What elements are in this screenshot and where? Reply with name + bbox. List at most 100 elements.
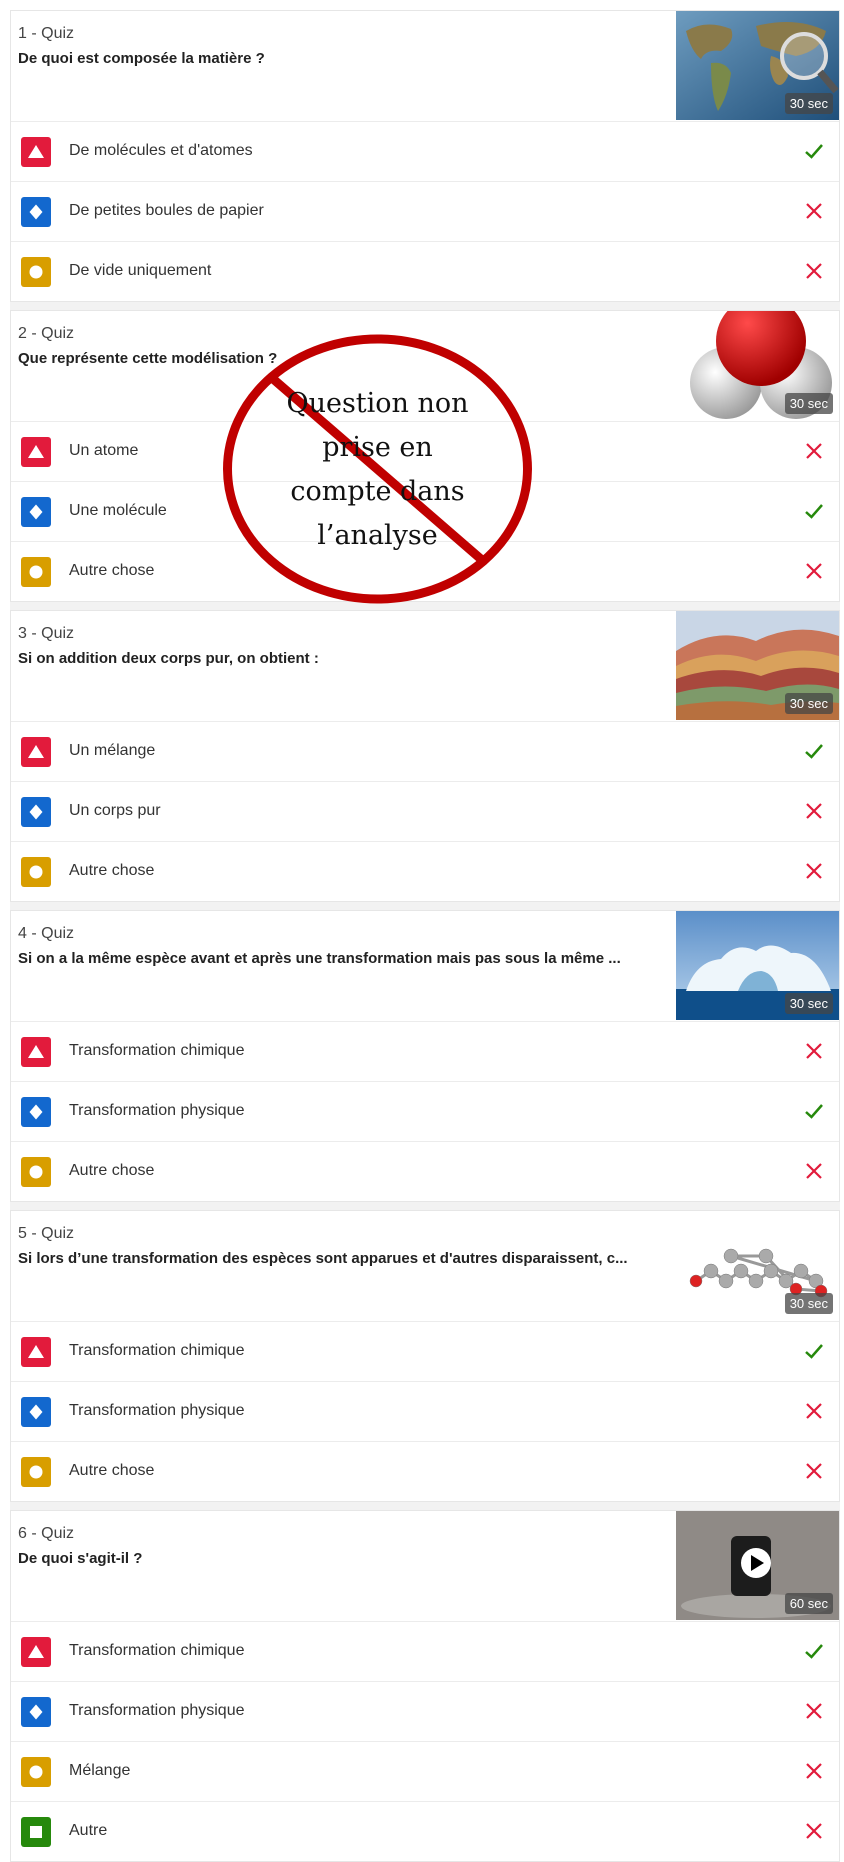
quiz-thumbnail[interactable]: 30 sec	[676, 1211, 839, 1320]
cross-icon	[801, 258, 827, 284]
answer-text: Transformation physique	[69, 1102, 245, 1119]
answer-row[interactable]: Transformation chimique	[11, 1322, 839, 1382]
quiz-question: De quoi est composée la matière ?	[18, 50, 265, 67]
quiz-number: 3 - Quiz	[18, 625, 75, 642]
answer-row[interactable]: Une molécule	[11, 482, 839, 542]
quiz-thumbnail[interactable]: 60 sec	[676, 1511, 839, 1620]
quiz-thumbnail[interactable]: 30 sec	[676, 311, 839, 420]
quiz-header[interactable]: 1 - Quiz De quoi est composée la matière …	[11, 11, 839, 122]
quiz-thumbnail[interactable]: 30 sec	[676, 611, 839, 720]
check-icon	[801, 1338, 827, 1364]
answer-row[interactable]: Un atome	[11, 422, 839, 482]
cross-icon	[801, 438, 827, 464]
cross-icon	[801, 1038, 827, 1064]
duration-badge: 30 sec	[784, 693, 833, 714]
answer-row[interactable]: De petites boules de papier	[11, 182, 839, 242]
quiz-header[interactable]: 4 - Quiz Si on a la même espèce avant et …	[11, 911, 839, 1022]
answer-row[interactable]: Autre	[11, 1802, 839, 1861]
answer-row[interactable]: Mélange	[11, 1742, 839, 1802]
answer-row[interactable]: Autre chose	[11, 842, 839, 901]
quiz-list: 1 - Quiz De quoi est composée la matière …	[10, 10, 840, 1862]
answer-row[interactable]: Un corps pur	[11, 782, 839, 842]
circle-icon	[21, 857, 51, 887]
cross-icon	[801, 1458, 827, 1484]
quiz-separator	[10, 1502, 840, 1510]
answer-row[interactable]: De molécules et d'atomes	[11, 122, 839, 182]
triangle-icon	[21, 1037, 51, 1067]
circle-icon	[21, 1157, 51, 1187]
quiz-card[interactable]: 5 - Quiz Si lors d’une transformation des…	[10, 1210, 840, 1502]
answer-text: Transformation chimique	[69, 1042, 245, 1059]
answer-row[interactable]: Transformation chimique	[11, 1022, 839, 1082]
quiz-thumbnail[interactable]: 30 sec	[676, 11, 839, 120]
quiz-question: Que représente cette modélisation ?	[18, 350, 278, 367]
circle-icon	[21, 557, 51, 587]
answer-text: Transformation physique	[69, 1402, 245, 1419]
quiz-number: 6 - Quiz	[18, 1525, 75, 1542]
answer-row[interactable]: De vide uniquement	[11, 242, 839, 301]
answer-row[interactable]: Autre chose	[11, 1442, 839, 1501]
quiz-question: De quoi s'agit-il ?	[18, 1550, 143, 1567]
answer-text: Autre chose	[69, 562, 155, 579]
diamond-icon	[21, 497, 51, 527]
quiz-header[interactable]: 5 - Quiz Si lors d’une transformation des…	[11, 1211, 839, 1322]
check-icon	[801, 138, 827, 164]
answer-text: Autre chose	[69, 862, 155, 879]
cross-icon	[801, 198, 827, 224]
answer-row[interactable]: Transformation chimique	[11, 1622, 839, 1682]
quiz-number: 4 - Quiz	[18, 925, 75, 942]
diamond-icon	[21, 197, 51, 227]
answer-row[interactable]: Transformation physique	[11, 1082, 839, 1142]
quiz-thumbnail[interactable]: 30 sec	[676, 911, 839, 1020]
quiz-separator	[10, 602, 840, 610]
cross-icon	[801, 1158, 827, 1184]
answer-row[interactable]: Un mélange	[11, 722, 839, 782]
cross-icon	[801, 858, 827, 884]
answer-text: Un corps pur	[69, 802, 161, 819]
quiz-card[interactable]: 1 - Quiz De quoi est composée la matière …	[10, 10, 840, 302]
answer-row[interactable]: Transformation physique	[11, 1382, 839, 1442]
triangle-icon	[21, 737, 51, 767]
check-icon	[801, 1098, 827, 1124]
quiz-card[interactable]: 6 - Quiz De quoi s'agit-il ? 60 sec Transfo…	[10, 1510, 840, 1862]
quiz-card[interactable]: 2 - Quiz Que représente cette modélisatio…	[10, 310, 840, 602]
quiz-separator	[10, 902, 840, 910]
diamond-icon	[21, 1397, 51, 1427]
answer-row[interactable]: Autre chose	[11, 542, 839, 601]
triangle-icon	[21, 1337, 51, 1367]
quiz-header[interactable]: 3 - Quiz Si on addition deux corps pur, o…	[11, 611, 839, 722]
duration-badge: 30 sec	[784, 93, 833, 114]
diamond-icon	[21, 797, 51, 827]
answer-row[interactable]: Transformation physique	[11, 1682, 839, 1742]
diamond-icon	[21, 1697, 51, 1727]
cross-icon	[801, 1818, 827, 1844]
answer-text: Un mélange	[69, 742, 156, 759]
cross-icon	[801, 558, 827, 584]
cross-icon	[801, 1398, 827, 1424]
quiz-header[interactable]: 6 - Quiz De quoi s'agit-il ? 60 sec	[11, 1511, 839, 1622]
check-icon	[801, 738, 827, 764]
quiz-separator	[10, 302, 840, 310]
circle-icon	[21, 257, 51, 287]
quiz-question: Si on a la même espèce avant et après un…	[18, 950, 621, 967]
diamond-icon	[21, 1097, 51, 1127]
quiz-number: 2 - Quiz	[18, 325, 75, 342]
answer-text: Transformation physique	[69, 1702, 245, 1719]
answer-row[interactable]: Autre chose	[11, 1142, 839, 1201]
answer-text: Transformation chimique	[69, 1642, 245, 1659]
quiz-number: 5 - Quiz	[18, 1225, 75, 1242]
triangle-icon	[21, 437, 51, 467]
quiz-card[interactable]: 3 - Quiz Si on addition deux corps pur, o…	[10, 610, 840, 902]
answer-text: De petites boules de papier	[69, 202, 264, 219]
answer-text: Autre	[69, 1822, 108, 1839]
duration-badge: 30 sec	[784, 993, 833, 1014]
check-icon	[801, 498, 827, 524]
quiz-number: 1 - Quiz	[18, 25, 75, 42]
quiz-header[interactable]: 2 - Quiz Que représente cette modélisatio…	[11, 311, 839, 422]
answer-text: De molécules et d'atomes	[69, 142, 253, 159]
answer-text: Autre chose	[69, 1462, 155, 1479]
answer-text: Une molécule	[69, 502, 167, 519]
quiz-card[interactable]: 4 - Quiz Si on a la même espèce avant et …	[10, 910, 840, 1202]
circle-icon	[21, 1757, 51, 1787]
duration-badge: 30 sec	[784, 393, 833, 414]
